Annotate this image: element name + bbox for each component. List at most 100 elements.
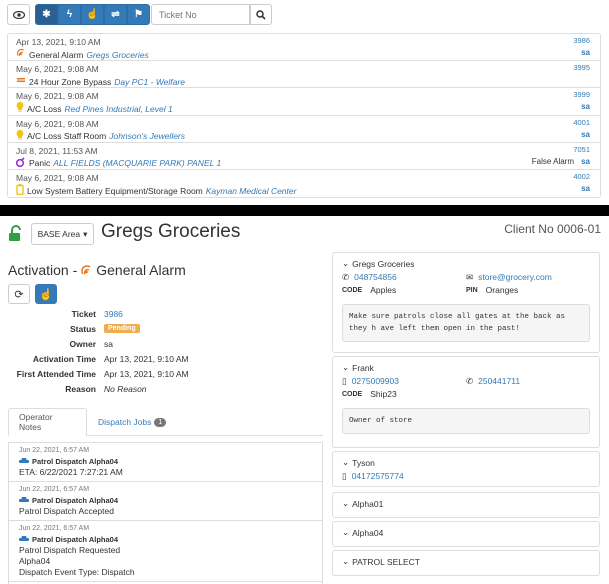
note-title: Patrol Dispatch Alpha04 — [32, 496, 118, 505]
alarm-wave-icon — [81, 264, 91, 274]
alarm-site-link[interactable]: ALL FIELDS (MACQUARIE PARK) PANEL 1 — [53, 157, 221, 169]
patrol-car-icon: ⇌ — [111, 9, 120, 20]
alarm-site-link[interactable]: Red Pines Industrial, Level 1 — [65, 103, 173, 115]
alarm-type: Panic — [29, 158, 51, 169]
alarm-date: Apr 13, 2021, 9:10 AM — [16, 37, 101, 47]
patrol-car-icon — [19, 495, 29, 506]
detail-row: First Attended Time Apr 13, 2021, 9:10 AM — [8, 366, 318, 381]
mobile-icon: ▯ — [342, 471, 347, 481]
operator-note: Jun 22, 2021, 6:57 AM Patrol Dispatch Alp… — [9, 482, 322, 521]
alarm-status: False Alarm — [531, 156, 574, 166]
tab-dispatch-jobs[interactable]: Dispatch Jobs 1 — [88, 408, 176, 436]
filter-all-button[interactable]: ✱ — [35, 4, 58, 25]
phone-icon: ✆ — [342, 272, 350, 282]
mobile-link[interactable]: 0275009903 — [352, 375, 399, 388]
assigned-user: sa — [581, 183, 590, 193]
note-header: Patrol Dispatch Alpha04 — [19, 534, 312, 545]
ticket-number-link[interactable]: 3995 — [573, 63, 590, 72]
alarm-type: General Alarm — [29, 49, 84, 60]
filter-dispatch-button[interactable]: ⇌ — [104, 4, 127, 25]
detail-row: Activation Time Apr 13, 2021, 9:10 AM — [8, 351, 318, 366]
acknowledge-button[interactable]: ☝ — [35, 284, 57, 304]
phone-link[interactable]: 048754856 — [354, 271, 397, 284]
contact-card-alpha04[interactable]: ⌄ Alpha04 — [332, 521, 600, 547]
alarm-site-link[interactable]: Kayman Medical Center — [206, 185, 297, 197]
ticket-number-link[interactable]: 4001 — [573, 118, 590, 127]
note-text: Patrol Dispatch Accepted — [19, 506, 114, 516]
chevron-down-icon: ⌄ — [342, 527, 350, 537]
panic-icon — [15, 157, 26, 170]
alarm-type: A/C Loss Staff Room — [27, 131, 107, 142]
detail-value: sa — [104, 338, 113, 349]
contact-card-alpha01[interactable]: ⌄ Alpha01 — [332, 492, 600, 518]
note-text: Dispatch Event Type: Dispatch — [19, 567, 135, 577]
ticket-number-link[interactable]: 3999 — [573, 90, 590, 99]
note-text: Alpha04 — [19, 556, 51, 566]
divider — [0, 205, 609, 216]
assigned-user: sa — [581, 156, 590, 166]
filter-button-group: ✱ ϟ ☝ ⇌ ⚑ — [35, 4, 150, 25]
mobile-icon: ▯ — [342, 376, 347, 386]
alarm-row[interactable]: May 6, 2021, 9:08 AM A/C Loss Staff Room J… — [8, 116, 600, 143]
activation-title: Activation - General Alarm — [8, 262, 186, 278]
alarm-queue-panel: ✱ ϟ ☝ ⇌ ⚑ Apr 13, 2021, 9:10 AM General A… — [0, 0, 609, 205]
mobile-link[interactable]: 04172575774 — [352, 470, 404, 483]
search-button[interactable] — [250, 4, 272, 25]
alarm-type: Low System Battery Equipment/Storage Roo… — [27, 185, 203, 196]
filter-flag-button[interactable]: ⚑ — [127, 4, 150, 25]
alarm-row[interactable]: Apr 13, 2021, 9:10 AM General Alarm Gregs … — [8, 34, 600, 62]
ticket-search-input[interactable] — [151, 4, 250, 25]
bypass-icon — [16, 75, 26, 88]
ticket-link[interactable]: 3986 — [104, 309, 123, 319]
alarm-description: Low System Battery Equipment/Storage Roo… — [16, 183, 592, 198]
alarm-type: A/C Loss — [27, 103, 62, 114]
refresh-button[interactable]: ⟳ — [8, 284, 30, 304]
detail-label: Activation Time — [32, 353, 96, 364]
area-label: BASE Area — [37, 229, 81, 239]
chevron-down-icon: ⌄ — [342, 556, 350, 566]
activation-panel: BASE Area ▾ Gregs Groceries Client No 000… — [0, 216, 609, 584]
assigned-user: sa — [581, 48, 590, 57]
contact-header[interactable]: ⌄ Gregs Groceries — [342, 258, 590, 269]
alarm-row[interactable]: Jul 8, 2021, 11:53 AM Panic ALL FIELDS (MA… — [8, 143, 600, 170]
alarm-row[interactable]: May 6, 2021, 9:08 AM A/C Loss Red Pines In… — [8, 88, 600, 116]
contact-name: Gregs Groceries — [352, 258, 415, 269]
activation-label: Activation - — [8, 262, 78, 278]
alarm-row[interactable]: May 6, 2021, 9:08 AM Low System Battery E… — [8, 170, 600, 197]
email-link[interactable]: store@grocery.com — [478, 271, 552, 284]
contact-header[interactable]: ⌄ Tyson — [342, 457, 590, 468]
detail-value: Apr 13, 2021, 9:10 AM — [104, 353, 189, 364]
ticket-number-link[interactable]: 3986 — [573, 36, 590, 45]
tab-operator-notes[interactable]: Operator Notes — [8, 408, 87, 436]
contact-card-site: ⌄ Gregs Groceries ✆ 048754856 ✉ store@groce… — [332, 252, 600, 353]
patrol-car-icon — [19, 456, 29, 467]
filter-bolt-button[interactable]: ϟ — [58, 4, 81, 25]
detail-row: Status Pending — [8, 321, 318, 336]
note-date: Jun 22, 2021, 6:57 AM — [19, 525, 90, 532]
filter-hand-button[interactable]: ☝ — [81, 4, 104, 25]
contact-header: ⌄ Alpha04 — [342, 527, 590, 538]
alarm-site-link[interactable]: Gregs Groceries — [86, 49, 148, 61]
client-number: Client No 0006-01 — [504, 222, 601, 236]
tab-label: Dispatch Jobs — [98, 417, 152, 427]
contact-header[interactable]: ⌄ Frank — [342, 362, 590, 373]
status-badge: Pending — [104, 324, 140, 333]
alarm-site-link[interactable]: Johnson's Jewellers — [109, 130, 185, 142]
toggle-view-button[interactable] — [7, 4, 30, 25]
alarm-site-link[interactable]: Day PC1 - Welfare — [114, 76, 185, 88]
alarm-type: 24 Hour Zone Bypass — [29, 76, 112, 87]
contact-card-patrol-select[interactable]: ⌄ PATROL SELECT — [332, 550, 600, 576]
contact-card-frank: ⌄ Frank ▯ 0275009903 ✆ 250441711 CODE Ship23… — [332, 356, 600, 448]
contact-name: Tyson — [352, 457, 375, 468]
detail-row: Owner sa — [8, 336, 318, 351]
pin-label: PIN — [466, 287, 478, 294]
activation-details: Ticket 3986 Status Pending Owner sa Activation… — [8, 306, 318, 396]
alarm-row[interactable]: May 6, 2021, 9:08 AM 24 Hour Zone Bypass D… — [8, 61, 600, 89]
operator-notes-list: Jun 22, 2021, 6:57 AM Patrol Dispatch Alp… — [8, 442, 323, 584]
phone-link[interactable]: 250441711 — [478, 375, 520, 388]
caret-down-icon: ▾ — [83, 228, 88, 239]
ticket-number-link[interactable]: 4002 — [573, 172, 590, 181]
ticket-number-link[interactable]: 7051 — [573, 145, 590, 154]
area-dropdown[interactable]: BASE Area ▾ — [31, 223, 94, 245]
chevron-down-icon: ⌄ — [342, 258, 350, 268]
